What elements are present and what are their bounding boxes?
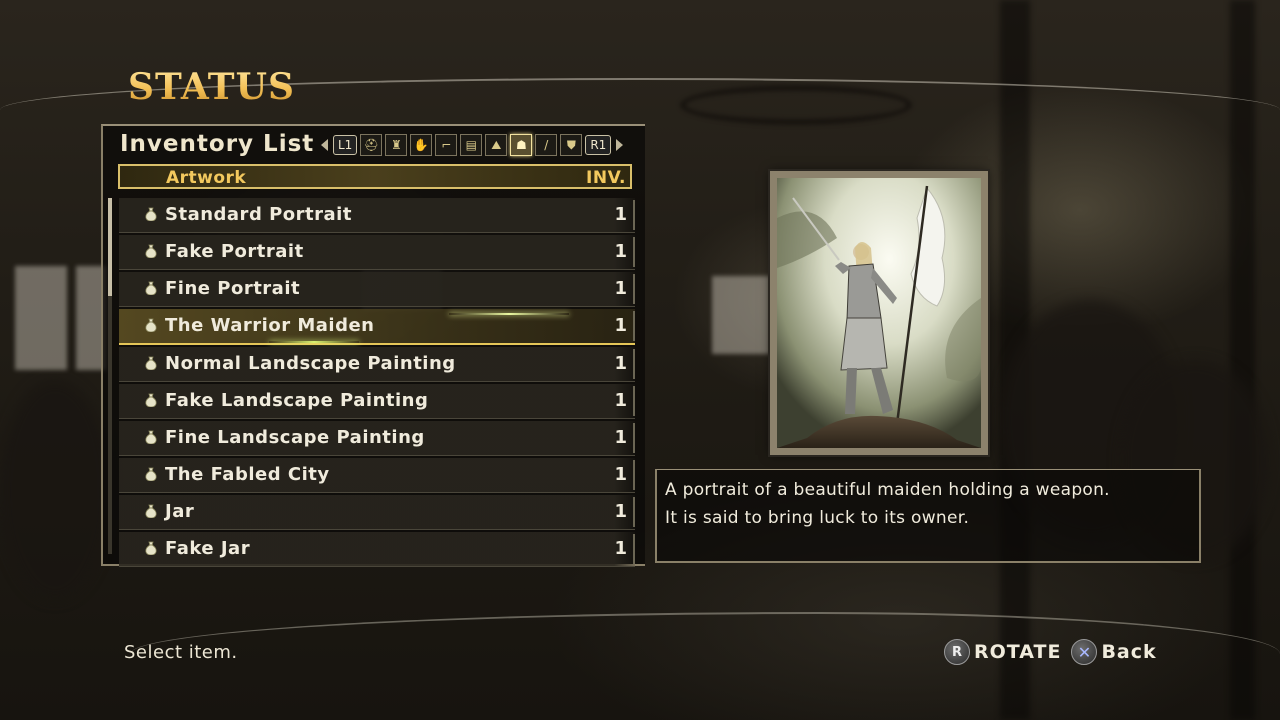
item-quantity: 1 [614,501,627,522]
background-crowd [0,380,110,600]
background-window [712,276,770,354]
item-quantity: 1 [614,315,627,336]
helmet-icon[interactable]: ⛑ [360,134,383,156]
list-item[interactable]: Fine Landscape Painting 1 [119,421,635,456]
item-name: The Warrior Maiden [165,315,375,336]
shield-icon[interactable]: ⛊ [560,134,583,156]
money-bag-icon [145,541,157,555]
warrior-maiden-portrait [777,178,981,448]
inventory-column-header: INV. [586,168,626,188]
list-scrollbar[interactable] [108,198,112,554]
item-quantity: 1 [614,390,627,411]
r1-button[interactable]: R1 [585,135,612,155]
row-edge [633,423,635,453]
row-edge [633,460,635,490]
screen-title: STATUS [128,66,295,108]
item-quantity: 1 [614,538,627,559]
category-name: Artwork [166,168,247,188]
money-bag-icon [145,207,157,221]
list-item[interactable]: Normal Landscape Painting 1 [119,347,635,382]
money-bag-icon [145,244,157,258]
r-stick-icon[interactable]: R [944,639,970,665]
item-description-box: A portrait of a beautiful maiden holding… [655,469,1201,563]
item-quantity: 1 [614,241,627,262]
sword-icon[interactable]: / [535,134,558,156]
item-name: Fake Jar [165,538,251,559]
list-item[interactable]: The Fabled City 1 [119,458,635,493]
row-edge [633,386,635,416]
book-icon[interactable]: ▤ [460,134,483,156]
item-quantity: 1 [614,278,627,299]
back-label[interactable]: Back [1101,641,1156,663]
boots-icon[interactable]: ⌐ [435,134,458,156]
cross-button-icon[interactable]: ✕ [1071,639,1098,665]
money-bag-icon [145,356,157,370]
item-quantity: 1 [614,464,627,485]
footer-controls: R ROTATE ✕ Back [944,639,1163,665]
list-item-selected[interactable]: The Warrior Maiden 1 [119,309,635,345]
row-edge [633,237,635,267]
item-name: Jar [165,501,195,522]
money-bag-icon [145,281,157,295]
row-edge [633,497,635,527]
item-name: Fine Landscape Painting [165,427,425,448]
right-arrow-icon [616,139,624,151]
panel-title: Inventory List [120,131,315,157]
map-icon[interactable]: ⛰ [485,134,508,156]
item-name: Fake Landscape Painting [165,390,429,411]
item-name: Normal Landscape Painting [165,353,456,374]
item-description: A portrait of a beautiful maiden holding… [665,480,1110,528]
category-header: Artwork INV. [118,164,632,189]
gauntlet-icon[interactable]: ✋ [410,134,433,156]
item-quantity: 1 [614,204,627,225]
money-bag-icon [145,504,157,518]
list-item[interactable]: Fake Portrait 1 [119,235,635,270]
armor-icon[interactable]: ♜ [385,134,408,156]
item-name: Fake Portrait [165,241,304,262]
footer-hint: Select item. [124,642,238,663]
scrollbar-thumb[interactable] [108,198,112,296]
item-name: The Fabled City [165,464,330,485]
row-edge [633,311,635,341]
selection-sparkle [449,313,569,315]
money-bag-icon [145,467,157,481]
money-bag-icon [145,430,157,444]
list-item[interactable]: Fake Landscape Painting 1 [119,384,635,419]
item-name: Standard Portrait [165,204,352,225]
left-arrow-icon [321,139,328,151]
item-preview-frame [770,171,988,455]
list-item[interactable]: Fine Portrait 1 [119,272,635,307]
item-quantity: 1 [614,353,627,374]
category-tabs: ⛑ ♜ ✋ ⌐ ▤ ⛰ ☗ / ⛊ [360,134,583,156]
row-edge [633,534,635,564]
list-item[interactable]: Jar 1 [119,495,635,530]
row-edge [633,274,635,304]
background-window [15,266,67,370]
money-bag-icon [145,393,157,407]
item-name: Fine Portrait [165,278,301,299]
list-item[interactable]: Fake Jar 1 [119,532,635,567]
bag-icon[interactable]: ☗ [510,134,533,156]
category-tab-bar: L1 ⛑ ♜ ✋ ⌐ ▤ ⛰ ☗ / ⛊ R1 [321,133,624,157]
rotate-label[interactable]: ROTATE [974,641,1061,663]
item-list: Standard Portrait 1 Fake Portrait 1 Fine Por… [119,198,635,569]
money-bag-icon [145,318,157,332]
list-item[interactable]: Standard Portrait 1 [119,198,635,233]
selection-sparkle [269,341,359,343]
l1-button[interactable]: L1 [333,135,358,155]
row-edge [633,200,635,230]
item-quantity: 1 [614,427,627,448]
row-edge [633,349,635,379]
